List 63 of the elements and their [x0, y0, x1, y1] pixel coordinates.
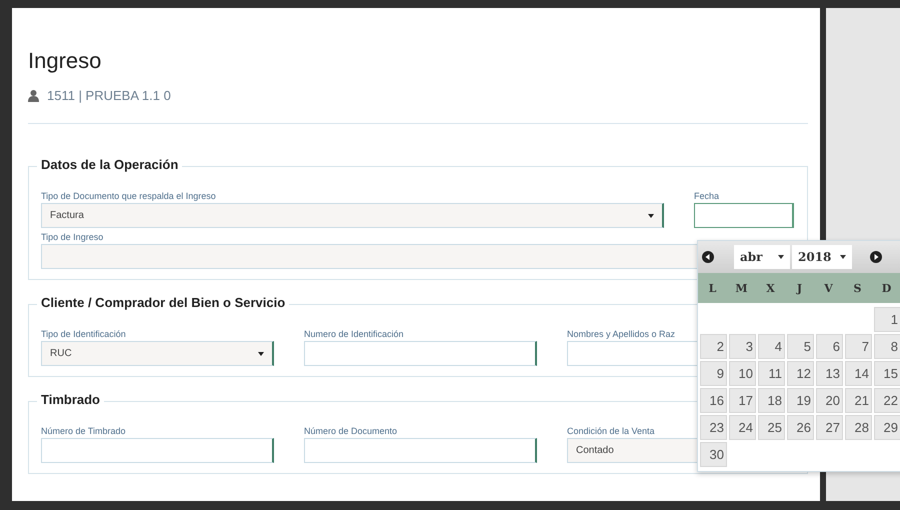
- section-legend: Datos de la Operación: [37, 157, 182, 172]
- section-legend: Cliente / Comprador del Bien o Servicio: [37, 295, 290, 310]
- calendar-day[interactable]: 12: [787, 361, 814, 386]
- select-field[interactable]: RUC: [41, 341, 274, 366]
- calendar-day[interactable]: 24: [729, 415, 756, 440]
- calendar-day[interactable]: 29: [874, 415, 900, 440]
- calendar-day[interactable]: 2: [700, 334, 727, 359]
- weekday-label: X: [765, 282, 776, 294]
- calendar-day[interactable]: 8: [874, 334, 900, 359]
- calendar-day[interactable]: 17: [729, 388, 756, 413]
- calendar-day[interactable]: 23: [700, 415, 727, 440]
- calendar-day[interactable]: 21: [845, 388, 872, 413]
- calendar-day[interactable]: 18: [758, 388, 785, 413]
- calendar-day[interactable]: 20: [816, 388, 843, 413]
- calendar-day[interactable]: 22: [874, 388, 900, 413]
- field-label: Condición de la Venta: [567, 426, 655, 436]
- calendar-day[interactable]: 19: [787, 388, 814, 413]
- field-label: Tipo de Ingreso: [41, 232, 104, 242]
- caret-icon: [840, 255, 846, 259]
- field-label: Tipo de Identificación: [41, 329, 126, 339]
- calendar-day[interactable]: 30: [700, 442, 727, 467]
- calendar-day[interactable]: 26: [787, 415, 814, 440]
- calendar-day[interactable]: 15: [874, 361, 900, 386]
- field-label: Fecha: [694, 191, 720, 201]
- previous-month-icon[interactable]: [702, 251, 714, 263]
- calendar-day[interactable]: 1: [874, 307, 900, 332]
- calendar-day[interactable]: 11: [758, 361, 785, 386]
- field-label: Número de Documento: [304, 426, 398, 436]
- field-label: Nombres y Apellidos o Raz: [567, 329, 676, 339]
- field-label: Número de Timbrado: [41, 426, 126, 436]
- calendar-day[interactable]: 6: [816, 334, 843, 359]
- weekday-label: J: [795, 282, 804, 294]
- caret-icon: [648, 214, 654, 218]
- user-icon: [28, 90, 39, 102]
- select-field[interactable]: Factura: [41, 203, 664, 228]
- calendar-day[interactable]: 16: [700, 388, 727, 413]
- next-month-icon[interactable]: [870, 251, 882, 263]
- record-subtitle: 1511 | PRUEBA 1.1 0: [47, 88, 171, 103]
- calendar-day[interactable]: 13: [816, 361, 843, 386]
- section-legend: Timbrado: [37, 392, 104, 407]
- calendar-day[interactable]: 4: [758, 334, 785, 359]
- weekday-label: S: [852, 282, 862, 294]
- calendar-day[interactable]: 25: [758, 415, 785, 440]
- year-select[interactable]: 2018: [792, 245, 852, 269]
- caret-icon: [258, 352, 264, 356]
- calendar-day[interactable]: 3: [729, 334, 756, 359]
- calendar-day[interactable]: 7: [845, 334, 872, 359]
- calendar-day[interactable]: 27: [816, 415, 843, 440]
- field-label: Numero de Identificación: [304, 329, 404, 339]
- weekday-label: V: [823, 282, 834, 294]
- calendar-day[interactable]: 10: [729, 361, 756, 386]
- caret-icon: [778, 255, 784, 259]
- weekday-label: M: [734, 282, 749, 294]
- input-field[interactable]: [694, 203, 794, 228]
- weekday-label: L: [708, 282, 718, 294]
- calendar-day[interactable]: 5: [787, 334, 814, 359]
- field-label: Tipo de Documento que respalda el Ingreso: [41, 191, 216, 201]
- month-select[interactable]: abr: [734, 245, 790, 269]
- calendar-day[interactable]: 14: [845, 361, 872, 386]
- page-title: Ingreso: [28, 48, 102, 74]
- calendar-day[interactable]: 28: [845, 415, 872, 440]
- weekday-label: D: [880, 282, 892, 294]
- calendar-day[interactable]: 9: [700, 361, 727, 386]
